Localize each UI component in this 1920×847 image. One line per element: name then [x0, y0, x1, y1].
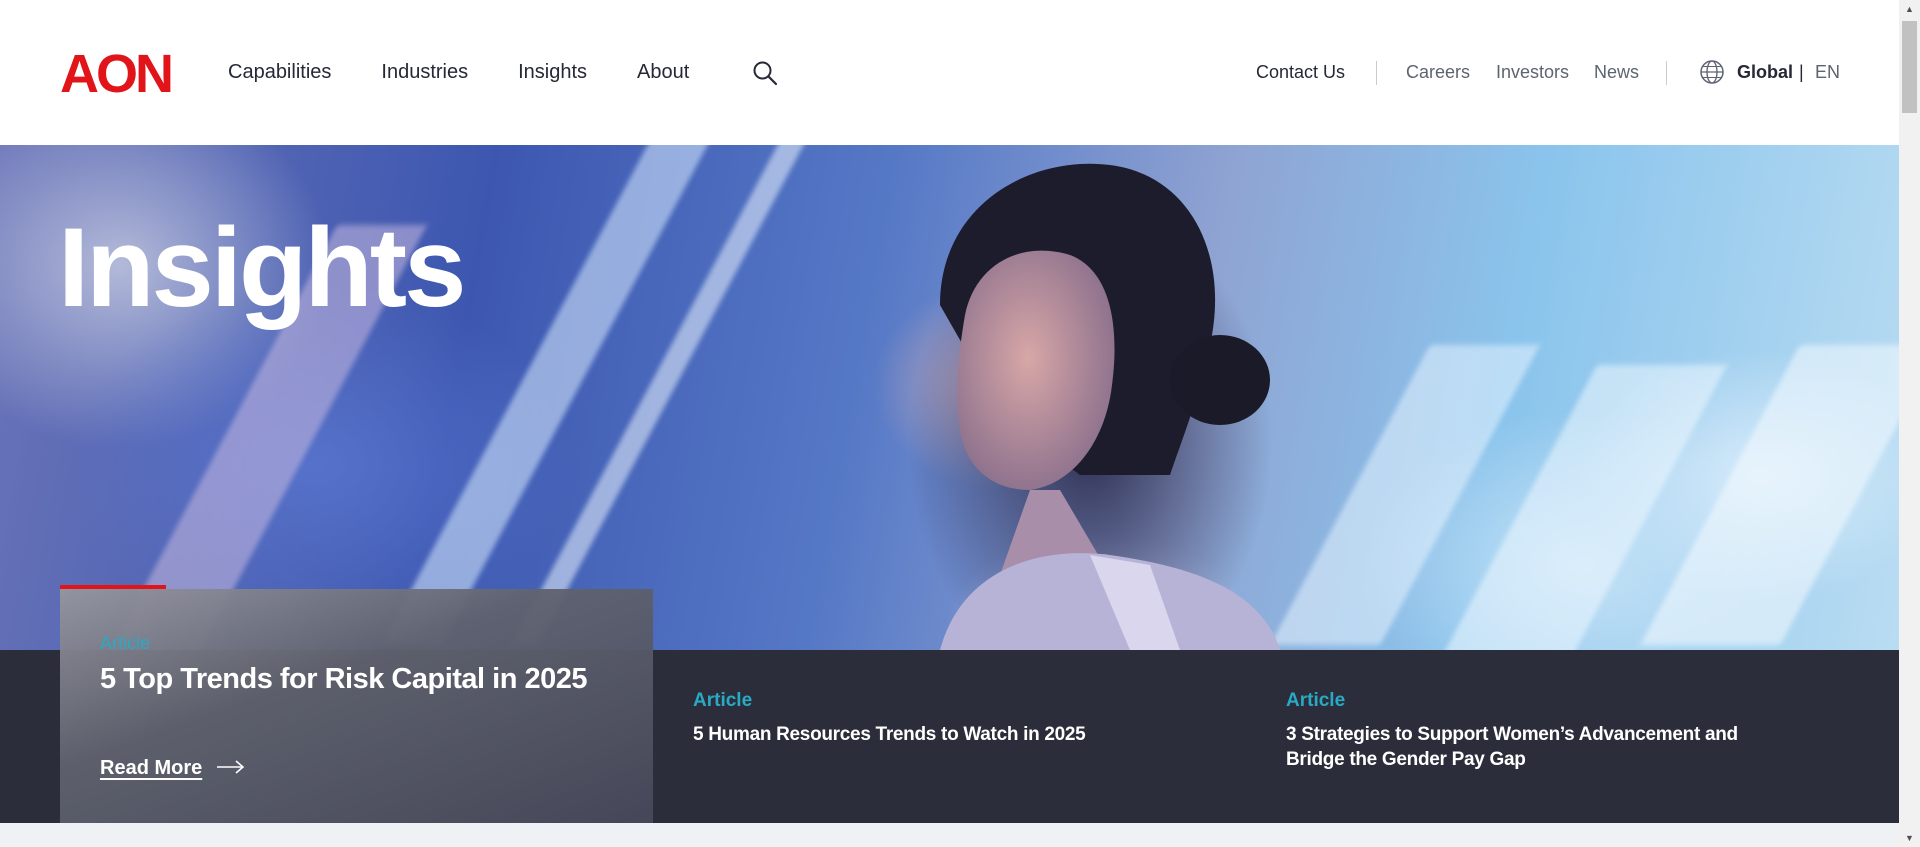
scroll-up-icon[interactable]: ▲ — [1905, 4, 1914, 14]
divider — [1666, 61, 1667, 85]
featured-article-title[interactable]: 5 Top Trends for Risk Capital in 2025 — [100, 663, 620, 696]
scroll-down-icon[interactable]: ▼ — [1905, 833, 1914, 843]
divider — [1376, 61, 1377, 85]
utility-nav: Contact Us Careers Investors News Global… — [0, 0, 1899, 145]
article-card[interactable]: Article 5 Human Resources Trends to Watc… — [693, 690, 1173, 747]
contact-us-link[interactable]: Contact Us — [1256, 62, 1345, 83]
read-more-link[interactable]: Read More — [100, 757, 202, 780]
article-card[interactable]: Article 3 Strategies to Support Women’s … — [1286, 690, 1766, 772]
page-scrollbar[interactable]: ▲ ▼ — [1899, 0, 1920, 847]
region-separator: | — [1799, 62, 1804, 82]
region-selector[interactable]: Global — [1737, 62, 1793, 83]
next-section-edge — [0, 823, 1899, 847]
hero-portrait-image — [940, 163, 1280, 650]
article-tag: Article — [1286, 690, 1346, 711]
globe-icon[interactable] — [1699, 59, 1725, 85]
investors-link[interactable]: Investors — [1496, 62, 1569, 83]
scrollbar-thumb[interactable] — [1902, 21, 1917, 113]
hero-banner: Insights — [0, 145, 1899, 650]
language-selector[interactable]: EN — [1815, 62, 1840, 83]
article-tag: Article — [693, 690, 753, 711]
article-title[interactable]: 3 Strategies to Support Women’s Advancem… — [1286, 722, 1766, 772]
article-title[interactable]: 5 Human Resources Trends to Watch in 202… — [693, 722, 1173, 747]
news-link[interactable]: News — [1594, 62, 1639, 83]
careers-link[interactable]: Careers — [1406, 62, 1470, 83]
arrow-right-icon[interactable] — [216, 759, 246, 775]
site-header: AON Capabilities Industries Insights Abo… — [0, 0, 1899, 145]
featured-article-card[interactable]: Article 5 Top Trends for Risk Capital in… — [60, 589, 653, 823]
featured-article-tag: Article — [100, 633, 151, 653]
page-title: Insights — [58, 205, 466, 330]
